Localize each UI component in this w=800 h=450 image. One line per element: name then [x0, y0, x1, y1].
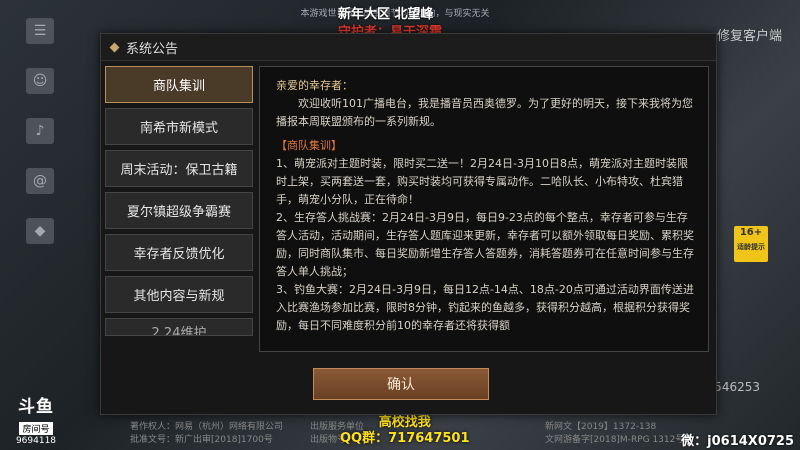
announcement-tabs: 商队集训 南希市新模式 周末活动：保卫古籍 夏尔镇超级争霸赛 幸存者反馈优化 其…	[105, 66, 253, 341]
user-icon[interactable]: ☺	[26, 68, 54, 94]
platform-name: 斗鱼	[18, 397, 54, 417]
wechat-contact: 微：j0614X0725	[681, 434, 794, 449]
douyu-logo: 斗鱼 房间号 9694118	[12, 392, 60, 446]
side-menu: ☰ ☺ ♪ @ ◆	[26, 18, 54, 268]
room-number: 9694118	[15, 436, 57, 446]
tab-championship[interactable]: 夏尔镇超级争霸赛	[105, 192, 253, 229]
promo-qq: QQ群：717647501	[340, 431, 470, 446]
tab-feedback[interactable]: 幸存者反馈优化	[105, 234, 253, 271]
intro-text: 欢迎收听101广播电台，我是播音员西奥德罗。为了更好的明天，接下来我将为您播报本…	[276, 97, 693, 128]
announcement-item: 2、生存答人挑战赛：2月24日-3月9日，每日9-23点的每个整点，幸存者可参与…	[276, 211, 694, 278]
room-label: 房间号	[19, 422, 53, 435]
greeting-text: 亲爱的幸存者：	[276, 79, 353, 92]
footer-license: 新网文【2019】1372-138 文网游备字[2018]M-RPG 1312号	[545, 421, 684, 447]
diamond-icon	[109, 42, 120, 52]
speaker-icon[interactable]: ♪	[26, 118, 54, 144]
dialog-header: 系统公告	[101, 34, 716, 61]
dialog-title: 系统公告	[126, 41, 179, 57]
age-rating-sub: 适龄提示	[737, 243, 765, 251]
tab-maintenance[interactable]: 2.24维护	[105, 318, 253, 336]
repair-client-button[interactable]: 修复客户端	[717, 25, 782, 44]
age-rating-label: 16+	[739, 227, 763, 238]
footer-copyright: 著作权人：网易（杭州）网络有限公司 批准文号：新广出审[2018]1700号	[130, 421, 283, 447]
notes-icon[interactable]: ☰	[26, 18, 54, 44]
stream-title: 新年大区 北望峰	[338, 7, 434, 22]
footer-line: 批准文号：新广出审[2018]1700号	[130, 435, 273, 445]
announcement-item: 1、萌宠派对主题时装，限时买二送一！2月24日-3月10日8点，萌宠派对主题时装…	[276, 157, 688, 206]
age-rating-badge: 16+ 适龄提示	[734, 226, 768, 262]
footer-line: 新网文【2019】1372-138	[545, 422, 657, 432]
tab-weekend-event[interactable]: 周末活动：保卫古籍	[105, 150, 253, 187]
stream-promo: 高校找我 QQ群：717647501	[340, 415, 470, 447]
confirm-button[interactable]: 确认	[313, 368, 489, 400]
announcement-content[interactable]: 亲爱的幸存者： 欢迎收听101广播电台，我是播音员西奥德罗。为了更好的明天，接下…	[259, 66, 709, 352]
footer-line: 文网游备字[2018]M-RPG 1312号	[545, 435, 685, 445]
system-announcement-dialog: 系统公告 商队集训 南希市新模式 周末活动：保卫古籍 夏尔镇超级争霸赛 幸存者反…	[100, 33, 717, 415]
tab-caravan-training[interactable]: 商队集训	[105, 66, 253, 103]
at-icon[interactable]: @	[26, 168, 54, 194]
tab-other-rules[interactable]: 其他内容与新规	[105, 276, 253, 313]
promo-line: 高校找我	[378, 415, 431, 430]
footer-line: 著作权人：网易（杭州）网络有限公司	[130, 422, 284, 432]
tab-nancy-new-mode[interactable]: 南希市新模式	[105, 108, 253, 145]
announcement-item: 3、钓鱼大赛：2月24日-3月9日，每日12点-14点、18点-20点可通过活动…	[276, 283, 694, 332]
shield-icon[interactable]: ◆	[26, 218, 54, 244]
section-heading: 【商队集训】	[276, 139, 342, 152]
